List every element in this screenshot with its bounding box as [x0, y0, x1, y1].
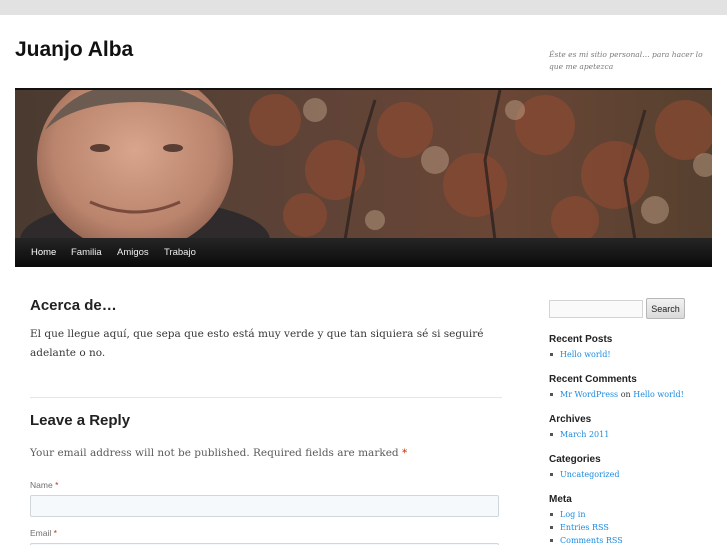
comment-post-link[interactable]: Hello world!: [633, 390, 684, 399]
comment-author-link[interactable]: Mr WordPress: [560, 390, 618, 399]
name-label: Name *: [30, 480, 58, 490]
list-item: Uncategorized: [549, 468, 619, 481]
nav-item-amigos[interactable]: Amigos: [110, 238, 156, 267]
site-description: Éste es mi sitio personal… para hacer lo…: [549, 50, 703, 71]
required-mark: *: [401, 447, 408, 459]
recent-posts-title: Recent Posts: [549, 334, 613, 345]
categories-list: Uncategorized: [549, 468, 619, 481]
list-item: Mr WordPress on Hello world!: [549, 388, 684, 401]
post-title: Acerca de…: [30, 297, 117, 314]
list-item: Hello world!: [549, 348, 611, 361]
recent-comments-title: Recent Comments: [549, 374, 637, 385]
divider: [30, 397, 502, 398]
bullet-icon: [550, 525, 553, 529]
reply-title: Leave a Reply: [30, 412, 131, 429]
comment-notes-text: Your email address will not be published…: [30, 447, 399, 459]
site-title[interactable]: Juanjo Alba: [15, 38, 133, 62]
bullet-icon: [550, 392, 553, 396]
search-input[interactable]: [549, 300, 643, 318]
comment-on-text: on: [620, 390, 631, 399]
page: Juanjo Alba Éste es mi sitio personal… p…: [0, 15, 727, 545]
login-link[interactable]: Log in: [560, 510, 586, 519]
nav-item-home[interactable]: Home: [24, 238, 63, 267]
email-label: Email *: [30, 528, 57, 538]
list-item: Log in: [549, 508, 623, 521]
header-photo: [15, 90, 712, 240]
name-field[interactable]: [30, 495, 499, 517]
entries-rss-link[interactable]: Entries RSS: [560, 523, 609, 532]
recent-comments-list: Mr WordPress on Hello world!: [549, 388, 684, 401]
bullet-icon: [550, 512, 553, 516]
nav-item-familia[interactable]: Familia: [64, 238, 109, 267]
bullet-icon: [550, 472, 553, 476]
meta-list: Log in Entries RSS Comments RSS: [549, 508, 623, 545]
email-required-mark: *: [53, 528, 57, 538]
main-navigation: Home Familia Amigos Trabajo: [15, 238, 712, 267]
list-item: March 2011: [549, 428, 609, 441]
bullet-icon: [550, 538, 553, 542]
email-label-text: Email: [30, 528, 52, 538]
categories-title: Categories: [549, 454, 601, 465]
meta-title: Meta: [549, 494, 572, 505]
list-item: Comments RSS: [549, 534, 623, 545]
name-required-mark: *: [55, 480, 59, 490]
search-button[interactable]: Search: [646, 298, 685, 319]
category-link[interactable]: Uncategorized: [560, 470, 619, 479]
name-label-text: Name: [30, 480, 53, 490]
nav-item-trabajo[interactable]: Trabajo: [157, 238, 203, 267]
bullet-icon: [550, 352, 553, 356]
archive-link[interactable]: March 2011: [560, 430, 609, 439]
comments-rss-link[interactable]: Comments RSS: [560, 536, 623, 545]
bullet-icon: [550, 432, 553, 436]
recent-post-link[interactable]: Hello world!: [560, 350, 611, 359]
archives-title: Archives: [549, 414, 592, 425]
post-content: El que llegue aquí, que sepa que esto es…: [30, 328, 484, 359]
archives-list: March 2011: [549, 428, 609, 441]
recent-posts-list: Hello world!: [549, 348, 611, 361]
header-image: [15, 88, 712, 240]
list-item: Entries RSS: [549, 521, 623, 534]
comment-notes: Your email address will not be published…: [30, 447, 407, 459]
